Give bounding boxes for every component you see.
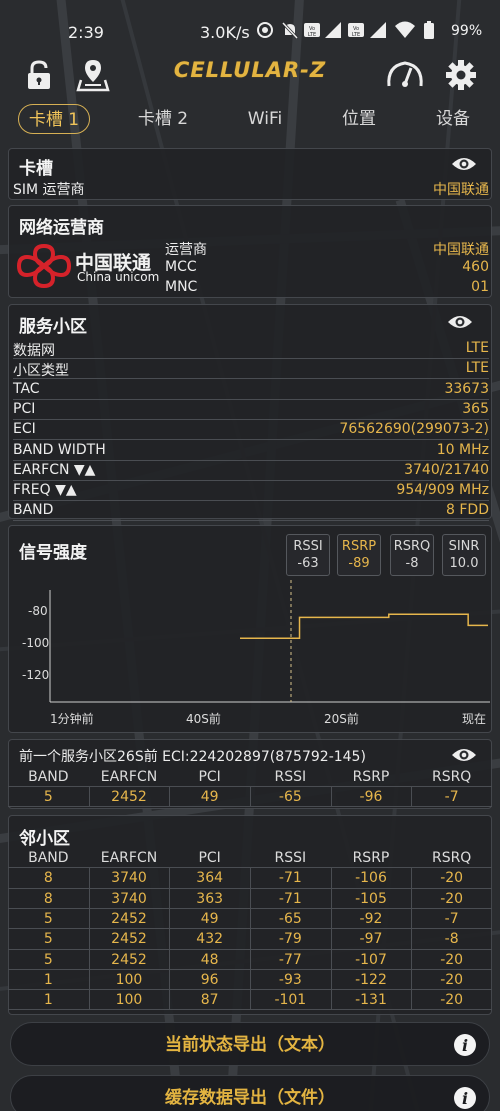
table-cell: -106 (355, 870, 387, 887)
table-cell: 1 (43, 992, 53, 1009)
table-cell: 5 (43, 910, 53, 927)
table-cell: 3740 (111, 870, 147, 887)
table-cell: -7 (444, 910, 459, 927)
table-cell: 5 (43, 931, 53, 948)
table-cell: 49 (200, 789, 219, 805)
table-cell: 5 (43, 951, 53, 968)
export-cache-file-button[interactable]: 缓存数据导出（文件） i (10, 1075, 490, 1111)
table-cell: -101 (274, 992, 307, 1009)
table-cell: 3740 (111, 890, 147, 907)
table-cell: -8 (444, 931, 459, 948)
table-gridline (88, 868, 90, 1011)
table-gridline (88, 787, 90, 807)
table-cell: 48 (200, 951, 219, 968)
table-cell: -71 (278, 890, 302, 907)
table-cell: -20 (440, 951, 464, 968)
table-header-cell: BAND (28, 850, 69, 866)
signal-line-chart (49, 580, 490, 703)
table-cell: 5 (43, 789, 53, 805)
table-gridline (411, 787, 413, 807)
svg-text:i: i (462, 1089, 468, 1108)
info-icon[interactable]: i (453, 1086, 477, 1110)
table-header-cell: PCI (198, 850, 221, 866)
button-label: 当前状态导出（文本） (165, 1035, 335, 1055)
table-cell: -71 (278, 870, 302, 887)
info-icon[interactable]: i (453, 1033, 477, 1057)
table-header-cell: RSSI (274, 769, 307, 785)
table-cell: 100 (115, 992, 143, 1009)
table-cell: -20 (440, 992, 464, 1009)
rsrp-series-line (240, 613, 488, 639)
table-gridline (169, 868, 171, 1011)
table-header-cell: EARFCN (100, 769, 158, 785)
export-status-text-button[interactable]: 当前状态导出（文本） i (10, 1022, 490, 1066)
table-cell: 432 (196, 931, 224, 948)
eye-icon[interactable] (451, 746, 477, 764)
table-cell: -93 (278, 971, 302, 988)
series-group (240, 613, 488, 639)
svg-text:i: i (462, 1036, 468, 1055)
table-cell: 49 (200, 910, 219, 927)
panel-title: 邻小区 (19, 829, 70, 849)
table-cell: 8 (43, 870, 53, 887)
table-gridline (250, 787, 251, 807)
table-header-cell: BAND (28, 769, 69, 785)
table-cell: -122 (355, 971, 387, 988)
table-header-cell: RSRQ (431, 850, 472, 866)
table-gridline (411, 868, 413, 1011)
table-cell: 1 (43, 971, 53, 988)
table-cell: 8 (43, 890, 53, 907)
previous-cell-title: 前一个服务小区26S前 ECI:224202897(875792-145) (19, 749, 366, 765)
table-header-cell: RSSI (274, 850, 307, 866)
table-cell: -7 (444, 789, 459, 805)
table-cell: 2452 (111, 789, 147, 805)
table-cell: -107 (355, 951, 387, 968)
table-gridline (330, 868, 332, 1011)
table-header-cell: RSRQ (431, 769, 472, 785)
table-cell: -105 (355, 890, 387, 907)
button-label: 缓存数据导出（文件） (165, 1088, 335, 1108)
table-cell: -97 (359, 931, 383, 948)
table-cell: 96 (200, 971, 219, 988)
table-gridline (169, 787, 171, 807)
table-header-cell: EARFCN (100, 850, 158, 866)
table-gridline (250, 868, 251, 1011)
table-cell: -20 (440, 870, 464, 887)
table-cell: -92 (359, 910, 383, 927)
table-cell: 363 (196, 890, 224, 907)
table-cell: -20 (440, 890, 464, 907)
table-cell: 87 (200, 992, 219, 1009)
table-cell: 364 (196, 870, 224, 887)
table-cell: -77 (278, 951, 302, 968)
table-cell: -79 (278, 931, 302, 948)
table-cell: -131 (355, 992, 387, 1009)
table-cell: 2452 (111, 910, 147, 927)
table-header-cell: RSRP (352, 769, 390, 785)
table-header-cell: PCI (198, 769, 221, 785)
table-cell: -20 (440, 971, 464, 988)
table-header-cell: RSRP (352, 850, 390, 866)
table-cell: -65 (278, 910, 302, 927)
table-cell: 100 (115, 971, 143, 988)
table-gridline (330, 787, 332, 807)
table-cell: -96 (359, 789, 383, 805)
table-cell: -65 (278, 789, 302, 805)
table-cell: 2452 (111, 931, 147, 948)
table-cell: 2452 (111, 951, 147, 968)
